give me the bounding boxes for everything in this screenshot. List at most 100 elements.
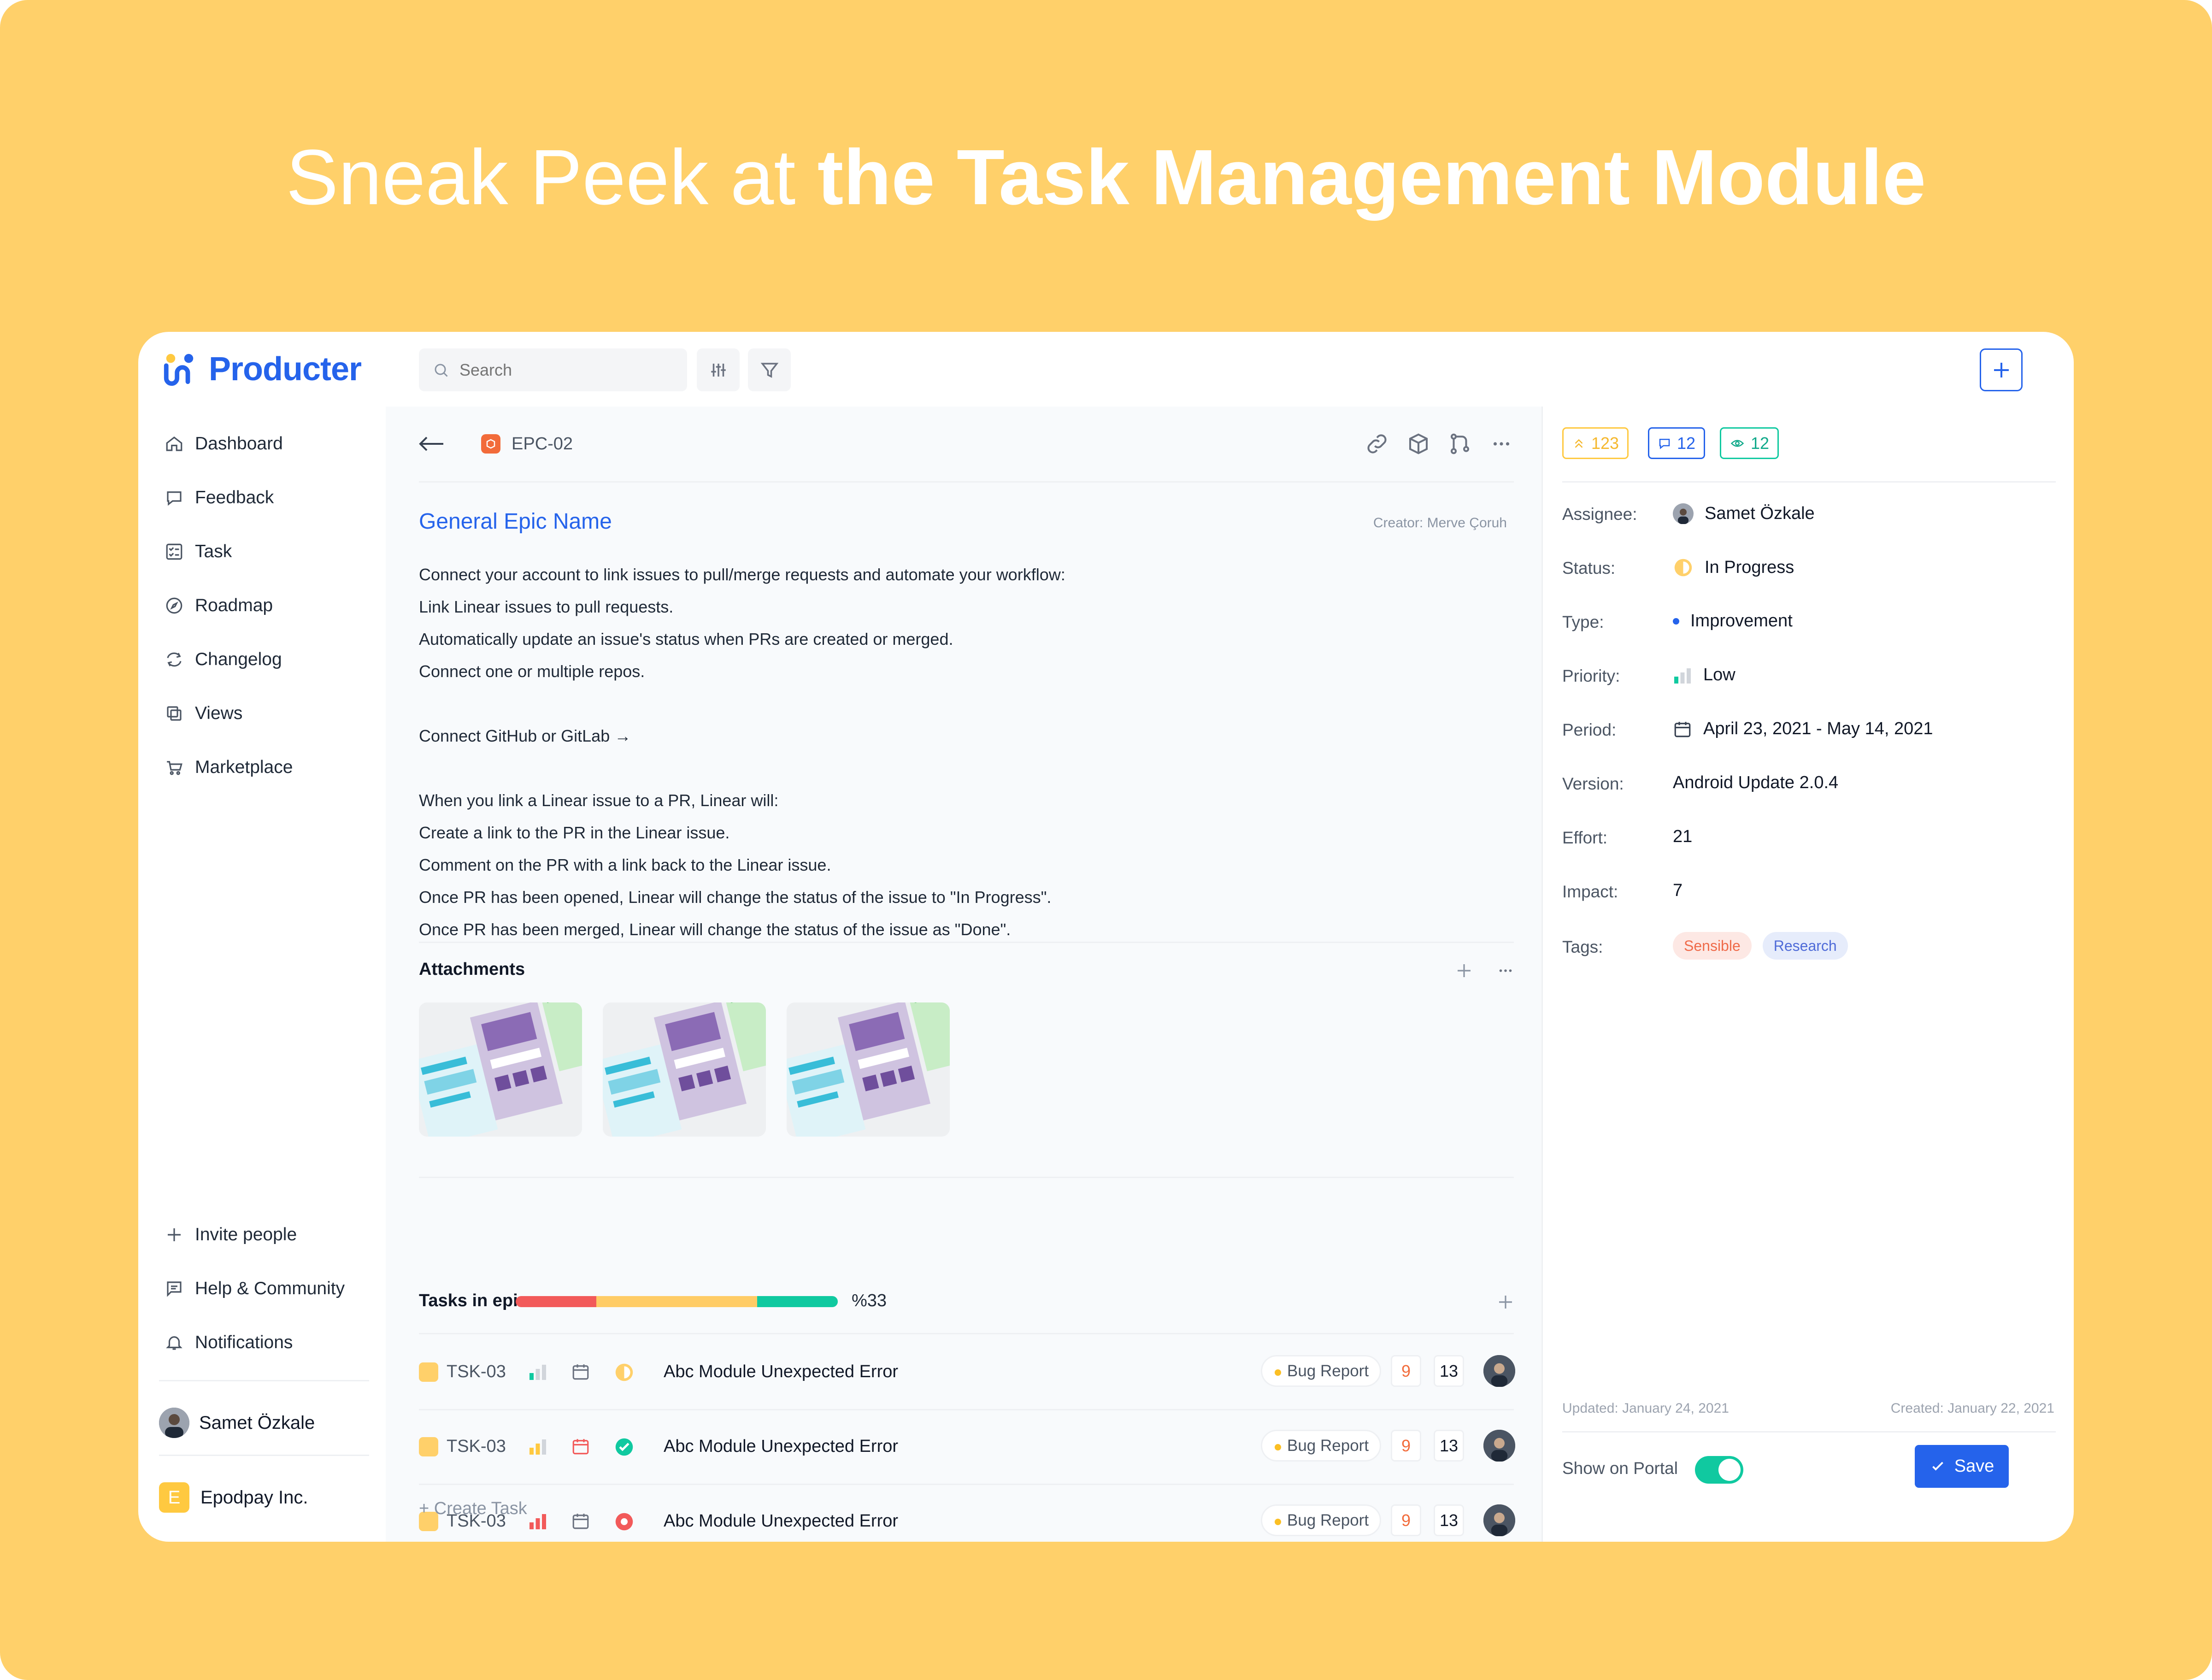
search-icon [435, 364, 448, 377]
app-logo[interactable]: Producter [162, 348, 362, 390]
bell-icon [166, 1336, 182, 1350]
task-tag[interactable]: Bug Report [1261, 1504, 1382, 1536]
divider [159, 1455, 369, 1456]
double-chevron-up-icon [1575, 439, 1583, 448]
attachment-thumbnail[interactable] [787, 1002, 950, 1137]
progress-segment [596, 1296, 758, 1307]
status-blocked-icon[interactable] [614, 1511, 635, 1532]
company-name: Epodpay Inc. [200, 1487, 308, 1508]
divider [419, 942, 1514, 943]
plus-icon [168, 1228, 181, 1241]
assignee-value[interactable]: Samet Özkale [1673, 503, 1815, 524]
sidebar-item-changelog[interactable]: Changelog [165, 646, 282, 673]
status-in-progress-icon[interactable] [614, 1362, 635, 1383]
task-count-b: 13 [1434, 1504, 1464, 1536]
status-in-progress-icon [1674, 559, 1692, 577]
attachment-thumbnail[interactable] [603, 1002, 766, 1137]
version-value[interactable]: Android Update 2.0.4 [1673, 773, 1838, 793]
description-line: Once PR has been merged, Linear will cha… [419, 920, 1011, 939]
add-task-icon[interactable] [1496, 1292, 1515, 1312]
sidebar-item-dashboard[interactable]: Dashboard [165, 430, 283, 458]
priority-low-icon [529, 1365, 546, 1380]
views-badge[interactable]: 12 [1720, 427, 1779, 459]
task-count-a: 9 [1391, 1504, 1421, 1536]
add-attachment-icon[interactable] [1454, 961, 1474, 980]
table-row[interactable]: TSK-03 Abc Module Unexpected Error Bug R… [419, 1334, 1515, 1410]
headline-light: Sneak Peek at [286, 134, 818, 221]
status-value[interactable]: In Progress [1673, 557, 1794, 578]
period-value[interactable]: April 23, 2021 - May 14, 2021 [1673, 719, 1933, 739]
avatar[interactable] [1483, 1355, 1515, 1387]
tag-sensible[interactable]: Sensible [1673, 932, 1752, 960]
task-id: TSK-03 [419, 1437, 506, 1456]
back-arrow-icon[interactable] [418, 434, 445, 454]
type-value[interactable]: Improvement [1673, 611, 1793, 631]
attachment-thumbnail[interactable] [419, 1002, 582, 1137]
updated-date: Updated: January 24, 2021 [1562, 1401, 1729, 1416]
company-switcher[interactable]: E Epodpay Inc. [159, 1482, 308, 1513]
description-link[interactable]: Connect GitHub or GitLab → [419, 720, 1479, 752]
more-icon[interactable] [1489, 431, 1514, 456]
task-name: Abc Module Unexpected Error [664, 1437, 899, 1456]
sidebar-item-roadmap[interactable]: Roadmap [165, 592, 273, 619]
table-row[interactable]: TSK-03 Abc Module Unexpected Error Bug R… [419, 1409, 1515, 1485]
help-community-button[interactable]: Help & Community [165, 1275, 345, 1303]
sidebar-item-marketplace[interactable]: Marketplace [165, 754, 293, 781]
app-name: Producter [209, 351, 362, 388]
impact-value[interactable]: 7 [1673, 881, 1683, 901]
description-line: Create a link to the PR in the Linear is… [419, 823, 730, 842]
sidebar-item-label: Invite people [195, 1225, 297, 1244]
sidebar-item-feedback[interactable]: Feedback [165, 484, 274, 512]
task-tag[interactable]: Bug Report [1261, 1355, 1382, 1387]
epic-title[interactable]: General Epic Name [419, 509, 612, 534]
message-icon [167, 1281, 182, 1297]
link-icon[interactable] [1365, 431, 1389, 456]
tasks-progress-bar [516, 1296, 838, 1307]
search-input[interactable] [459, 360, 663, 380]
progress-segment [516, 1296, 596, 1307]
avatar[interactable] [1483, 1430, 1515, 1462]
show-on-portal-toggle[interactable] [1695, 1456, 1743, 1484]
calendar-icon[interactable] [571, 1362, 590, 1381]
search-box[interactable] [419, 348, 687, 391]
upvotes-badge[interactable]: 123 [1562, 427, 1629, 459]
calendar-icon[interactable] [571, 1437, 590, 1456]
status-done-icon[interactable] [614, 1437, 635, 1457]
refresh-icon [167, 652, 182, 667]
filter-button[interactable] [748, 348, 791, 391]
portal-toggle-label: Show on Portal [1562, 1459, 1678, 1478]
description-line: Connect one or multiple repos. [419, 662, 645, 681]
app-window: Producter Dashboard Feedback [138, 332, 2074, 1542]
table-row[interactable]: TSK-03 Abc Module Unexpected Error Bug R… [419, 1484, 1515, 1542]
git-branch-icon[interactable] [1447, 431, 1472, 456]
add-button[interactable] [1980, 348, 2023, 391]
tags-label: Tags: [1562, 937, 1603, 956]
avatar[interactable] [1483, 1504, 1515, 1536]
notifications-button[interactable]: Notifications [165, 1329, 293, 1356]
comments-badge[interactable]: 12 [1648, 427, 1706, 459]
save-button[interactable]: Save [1915, 1445, 2009, 1488]
chat-icon [167, 491, 182, 506]
epic-description[interactable]: Connect your account to link issues to p… [419, 559, 1479, 946]
tags-list: Sensible Research [1673, 932, 1859, 960]
created-date: Created: January 22, 2021 [1890, 1401, 2054, 1416]
sidebar-item-task[interactable]: Task [165, 538, 232, 566]
create-task-button[interactable]: + Create Task [419, 1499, 527, 1519]
tag-research[interactable]: Research [1762, 932, 1848, 960]
sidebar-item-views[interactable]: Views [165, 700, 242, 727]
sidebar-item-label: Notifications [195, 1332, 293, 1352]
current-user[interactable]: Samet Özkale [159, 1408, 315, 1438]
task-tag[interactable]: Bug Report [1261, 1430, 1382, 1462]
cube-icon[interactable] [1406, 431, 1431, 456]
sliders-button[interactable] [697, 348, 740, 391]
checklist-icon [166, 543, 182, 560]
tasks-title: Tasks in epic [419, 1291, 528, 1310]
progress-segment [757, 1296, 838, 1307]
priority-value[interactable]: Low [1673, 665, 1735, 685]
epic-icon [481, 434, 500, 454]
invite-people-button[interactable]: Invite people [165, 1221, 297, 1249]
sidebar-item-label: Views [195, 703, 243, 723]
calendar-icon[interactable] [571, 1511, 590, 1531]
effort-value[interactable]: 21 [1673, 827, 1692, 847]
more-icon[interactable] [1496, 961, 1515, 980]
